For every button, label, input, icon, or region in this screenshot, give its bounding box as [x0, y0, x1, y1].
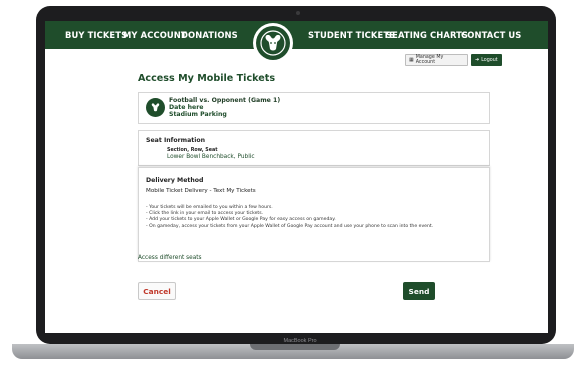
manage-account-button[interactable]: ▦ Manage My Account	[405, 54, 468, 66]
event-card: Football vs. Opponent (Game 1) Date here…	[138, 92, 490, 124]
app-screen: BUY TICKETS MY ACCOUNT DONATIONS STUDENT…	[45, 21, 548, 333]
logout-button[interactable]: ➜ Logout	[471, 54, 502, 66]
top-nav: BUY TICKETS MY ACCOUNT DONATIONS STUDENT…	[45, 21, 548, 49]
ram-logo-icon[interactable]	[253, 23, 293, 63]
logout-label: Logout	[481, 57, 498, 63]
delivery-method: Mobile Ticket Delivery - Text My Tickets	[146, 188, 256, 194]
instruction-item: - On gameday, access your tickets from y…	[146, 223, 434, 229]
camera-icon	[296, 11, 300, 15]
nav-seating-charts[interactable]: SEATING CHARTS	[386, 30, 468, 40]
page-title: Access My Mobile Tickets	[138, 73, 276, 84]
seat-value: Lower Bowl Benchback, Public	[167, 154, 255, 160]
event-title: Football vs. Opponent (Game 1)	[169, 97, 281, 104]
logout-icon: ➜	[475, 57, 480, 63]
manage-account-label: Manage My Account	[415, 55, 444, 65]
nav-donations[interactable]: DONATIONS	[181, 30, 238, 40]
send-button[interactable]: Send	[403, 282, 435, 300]
laptop-notch	[250, 344, 340, 350]
delivery-card: Delivery Method Mobile Ticket Delivery -…	[138, 167, 490, 262]
nav-buy-tickets[interactable]: BUY TICKETS	[65, 30, 127, 40]
document-icon: ▦	[409, 57, 414, 63]
delivery-instructions: - Your tickets will be emailed to you wi…	[146, 205, 482, 230]
seat-card: Seat Information Section, Row, Seat Lowe…	[138, 130, 490, 166]
seat-heading: Seat Information	[146, 137, 205, 144]
nav-student-tickets[interactable]: STUDENT TICKETS	[308, 30, 395, 40]
seat-sub-label: Section, Row, Seat	[167, 148, 218, 153]
delivery-heading: Delivery Method	[146, 177, 204, 184]
nav-my-account[interactable]: MY ACCOUNT	[123, 30, 187, 40]
event-venue: Stadium Parking	[169, 111, 227, 118]
nav-contact-us[interactable]: CONTACT US	[461, 30, 521, 40]
ram-small-icon	[146, 98, 165, 117]
cancel-button[interactable]: Cancel	[138, 282, 176, 300]
event-date: Date here	[169, 104, 204, 111]
device-label: MacBook Pro	[283, 338, 317, 344]
access-different-seats-link[interactable]: Access different seats	[138, 255, 202, 261]
